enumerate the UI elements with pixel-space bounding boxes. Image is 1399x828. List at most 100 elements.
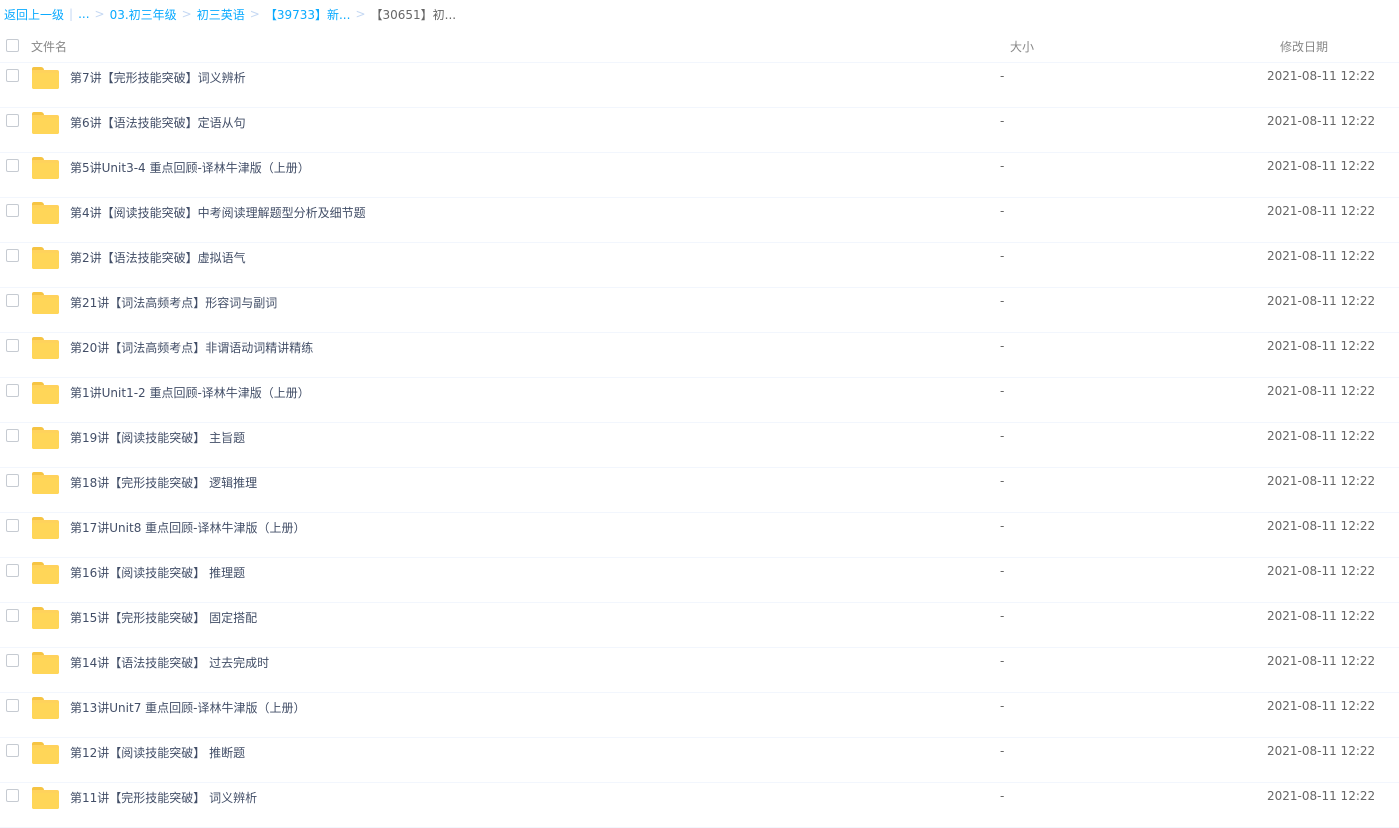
chevron-right-icon: > [94,7,105,21]
row-checkbox[interactable] [6,429,19,442]
file-row[interactable]: 第14讲【语法技能突破】 过去完成时 - 2021-08-11 12:22 [0,648,1399,693]
row-checkbox[interactable] [6,69,19,82]
file-name[interactable]: 第16讲【阅读技能突破】 推理题 [70,564,245,581]
file-row[interactable]: 第19讲【阅读技能突破】 主旨题 - 2021-08-11 12:22 [0,423,1399,468]
breadcrumb-ellipsis[interactable]: ... [78,7,89,21]
file-name[interactable]: 第7讲【完形技能突破】词义辨析 [70,69,246,86]
row-checkbox[interactable] [6,654,19,667]
file-name[interactable]: 第19讲【阅读技能突破】 主旨题 [70,429,245,446]
file-size: - [1000,474,1005,488]
row-checkbox[interactable] [6,564,19,577]
folder-icon [32,67,59,89]
file-date: 2021-08-11 12:22 [1267,114,1376,128]
file-row[interactable]: 第11讲【完形技能突破】 词义辨析 - 2021-08-11 12:22 [0,783,1399,828]
row-checkbox[interactable] [6,789,19,802]
row-checkbox[interactable] [6,114,19,127]
file-name[interactable]: 第1讲Unit1-2 重点回顾-译林牛津版（上册） [70,384,310,401]
file-size: - [1000,654,1005,668]
file-name[interactable]: 第5讲Unit3-4 重点回顾-译林牛津版（上册） [70,159,310,176]
file-list-header: 文件名 大小 修改日期 [0,28,1399,63]
row-checkbox[interactable] [6,339,19,352]
file-name[interactable]: 第18讲【完形技能突破】 逻辑推理 [70,474,257,491]
column-header-size[interactable]: 大小 [1010,38,1034,55]
file-name[interactable]: 第15讲【完形技能突破】 固定搭配 [70,609,257,626]
file-name[interactable]: 第6讲【语法技能突破】定语从句 [70,114,246,131]
column-header-name[interactable]: 文件名 [31,38,67,55]
file-size: - [1000,249,1005,263]
file-row[interactable]: 第17讲Unit8 重点回顾-译林牛津版（上册） - 2021-08-11 12:2… [0,513,1399,558]
file-size: - [1000,744,1005,758]
file-size: - [1000,564,1005,578]
file-row[interactable]: 第4讲【阅读技能突破】中考阅读理解题型分析及细节题 - 2021-08-11 12:… [0,198,1399,243]
file-date: 2021-08-11 12:22 [1267,159,1376,173]
file-name[interactable]: 第21讲【词法高频考点】形容词与副词 [70,294,277,311]
breadcrumb-item-english[interactable]: 初三英语 [197,6,245,23]
file-date: 2021-08-11 12:22 [1267,789,1376,803]
file-date: 2021-08-11 12:22 [1267,654,1376,668]
folder-icon [32,112,59,134]
breadcrumb-item-grade[interactable]: 03.初三年级 [110,6,177,23]
file-row[interactable]: 第2讲【语法技能突破】虚拟语气 - 2021-08-11 12:22 [0,243,1399,288]
file-name[interactable]: 第13讲Unit7 重点回顾-译林牛津版（上册） [70,699,305,716]
breadcrumb-item-course[interactable]: 【39733】新... [265,6,351,23]
file-size: - [1000,609,1005,623]
file-row[interactable]: 第6讲【语法技能突破】定语从句 - 2021-08-11 12:22 [0,108,1399,153]
breadcrumb-divider: | [69,7,74,21]
column-header-date[interactable]: 修改日期 [1280,38,1328,55]
row-checkbox[interactable] [6,294,19,307]
folder-icon [32,247,59,269]
file-size: - [1000,159,1005,173]
row-checkbox[interactable] [6,699,19,712]
file-date: 2021-08-11 12:22 [1267,744,1376,758]
file-name[interactable]: 第12讲【阅读技能突破】 推断题 [70,744,245,761]
file-row[interactable]: 第15讲【完形技能突破】 固定搭配 - 2021-08-11 12:22 [0,603,1399,648]
back-link[interactable]: 返回上一级 [4,6,64,23]
chevron-right-icon: > [181,7,192,21]
folder-icon [32,652,59,674]
file-date: 2021-08-11 12:22 [1267,519,1376,533]
file-row[interactable]: 第18讲【完形技能突破】 逻辑推理 - 2021-08-11 12:22 [0,468,1399,513]
file-name[interactable]: 第14讲【语法技能突破】 过去完成时 [70,654,269,671]
row-checkbox[interactable] [6,519,19,532]
file-row[interactable]: 第1讲Unit1-2 重点回顾-译林牛津版（上册） - 2021-08-11 12:… [0,378,1399,423]
file-row[interactable]: 第20讲【词法高频考点】非谓语动词精讲精练 - 2021-08-11 12:22 [0,333,1399,378]
file-name[interactable]: 第20讲【词法高频考点】非谓语动词精讲精练 [70,339,313,356]
file-date: 2021-08-11 12:22 [1267,429,1376,443]
file-name[interactable]: 第17讲Unit8 重点回顾-译林牛津版（上册） [70,519,305,536]
file-row[interactable]: 第21讲【词法高频考点】形容词与副词 - 2021-08-11 12:22 [0,288,1399,333]
file-name[interactable]: 第2讲【语法技能突破】虚拟语气 [70,249,246,266]
file-size: - [1000,789,1005,803]
folder-icon [32,337,59,359]
file-date: 2021-08-11 12:22 [1267,249,1376,263]
folder-icon [32,157,59,179]
file-date: 2021-08-11 12:22 [1267,69,1376,83]
file-date: 2021-08-11 12:22 [1267,609,1376,623]
file-size: - [1000,519,1005,533]
file-size: - [1000,699,1005,713]
row-checkbox[interactable] [6,204,19,217]
file-row[interactable]: 第16讲【阅读技能突破】 推理题 - 2021-08-11 12:22 [0,558,1399,603]
file-row[interactable]: 第12讲【阅读技能突破】 推断题 - 2021-08-11 12:22 [0,738,1399,783]
folder-icon [32,472,59,494]
breadcrumb: 返回上一级 | ... > 03.初三年级 > 初三英语 > 【39733】新.… [4,0,456,28]
file-name[interactable]: 第11讲【完形技能突破】 词义辨析 [70,789,257,806]
folder-icon [32,562,59,584]
folder-icon [32,787,59,809]
row-checkbox[interactable] [6,384,19,397]
file-row[interactable]: 第7讲【完形技能突破】词义辨析 - 2021-08-11 12:22 [0,63,1399,108]
row-checkbox[interactable] [6,159,19,172]
row-checkbox[interactable] [6,474,19,487]
file-date: 2021-08-11 12:22 [1267,384,1376,398]
file-name[interactable]: 第4讲【阅读技能突破】中考阅读理解题型分析及细节题 [70,204,366,221]
row-checkbox[interactable] [6,609,19,622]
select-all-checkbox[interactable] [6,39,19,52]
row-checkbox[interactable] [6,744,19,757]
file-size: - [1000,429,1005,443]
file-size: - [1000,204,1005,218]
file-row[interactable]: 第13讲Unit7 重点回顾-译林牛津版（上册） - 2021-08-11 12:2… [0,693,1399,738]
row-checkbox[interactable] [6,249,19,262]
file-list: 第7讲【完形技能突破】词义辨析 -2021-08-11 12:22 第6讲【语法技能… [0,63,1399,828]
breadcrumb-current: 【30651】初... [370,7,457,22]
file-date: 2021-08-11 12:22 [1267,474,1376,488]
file-row[interactable]: 第5讲Unit3-4 重点回顾-译林牛津版（上册） - 2021-08-11 12:… [0,153,1399,198]
